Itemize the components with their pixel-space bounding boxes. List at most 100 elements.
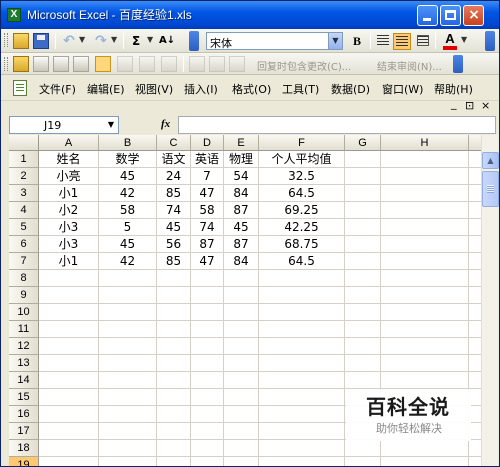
- cell[interactable]: [259, 423, 345, 440]
- bold-button[interactable]: B: [348, 33, 366, 50]
- cell[interactable]: [224, 321, 259, 338]
- row-header-6[interactable]: 6: [9, 236, 39, 253]
- cell[interactable]: 45: [157, 219, 191, 236]
- cell[interactable]: 45: [99, 168, 157, 185]
- redo-icon[interactable]: ↷: [93, 33, 109, 49]
- cell[interactable]: 64.5: [259, 185, 345, 202]
- previous-comment-icon[interactable]: [53, 56, 69, 72]
- row-header-9[interactable]: 9: [9, 287, 39, 304]
- cell[interactable]: 24: [157, 168, 191, 185]
- cell[interactable]: [469, 185, 481, 202]
- undo-icon[interactable]: ↶: [61, 33, 77, 49]
- select-all-corner[interactable]: [9, 135, 39, 151]
- cell[interactable]: [99, 372, 157, 389]
- insert-function-icon[interactable]: fx: [161, 117, 170, 131]
- workbook-restore-button[interactable]: ⊡: [465, 99, 474, 112]
- cell[interactable]: 47: [191, 185, 224, 202]
- name-box-dropdown-icon[interactable]: ▼: [105, 118, 117, 132]
- cell[interactable]: [469, 304, 481, 321]
- cell[interactable]: [224, 270, 259, 287]
- cell[interactable]: [469, 270, 481, 287]
- font-name-select[interactable]: 宋体 ▼: [206, 32, 343, 50]
- cell[interactable]: [469, 287, 481, 304]
- cell[interactable]: 87: [224, 202, 259, 219]
- menu-insert[interactable]: 插入(I): [184, 81, 218, 97]
- cell[interactable]: [99, 440, 157, 457]
- cell[interactable]: [381, 168, 469, 185]
- menu-view[interactable]: 视图(V): [135, 81, 173, 97]
- merge-center-icon[interactable]: [417, 35, 429, 46]
- cell[interactable]: [469, 355, 481, 372]
- cell[interactable]: [191, 440, 224, 457]
- cell[interactable]: [259, 304, 345, 321]
- menu-window[interactable]: 窗口(W): [382, 81, 423, 97]
- cell[interactable]: [39, 304, 99, 321]
- cell[interactable]: 42: [99, 185, 157, 202]
- cell[interactable]: [345, 253, 381, 270]
- cell[interactable]: [259, 372, 345, 389]
- cell[interactable]: 5: [99, 219, 157, 236]
- cell[interactable]: [259, 457, 345, 466]
- cell[interactable]: 85: [157, 253, 191, 270]
- row-header-13[interactable]: 13: [9, 355, 39, 372]
- cell[interactable]: [99, 287, 157, 304]
- cell[interactable]: [345, 168, 381, 185]
- row-header-3[interactable]: 3: [9, 185, 39, 202]
- cell[interactable]: [157, 389, 191, 406]
- cell[interactable]: [157, 423, 191, 440]
- cell[interactable]: [224, 372, 259, 389]
- minimize-button[interactable]: [417, 5, 438, 26]
- row-header-8[interactable]: 8: [9, 270, 39, 287]
- cell[interactable]: 74: [157, 202, 191, 219]
- cell[interactable]: [191, 406, 224, 423]
- cell[interactable]: 英语: [191, 151, 224, 168]
- cell[interactable]: [191, 287, 224, 304]
- undo-dropdown-icon[interactable]: ▼: [79, 35, 85, 44]
- cell[interactable]: 54: [224, 168, 259, 185]
- menu-data[interactable]: 数据(D): [331, 81, 370, 97]
- cell[interactable]: [224, 287, 259, 304]
- toolbar-grip[interactable]: [4, 33, 8, 47]
- cell[interactable]: [191, 355, 224, 372]
- new-comment-icon[interactable]: [13, 56, 29, 72]
- cell[interactable]: [157, 270, 191, 287]
- cell[interactable]: [469, 457, 481, 466]
- menu-format[interactable]: 格式(O): [232, 81, 271, 97]
- align-center-button[interactable]: [393, 33, 411, 50]
- cell[interactable]: [381, 457, 469, 466]
- cell[interactable]: 姓名: [39, 151, 99, 168]
- cell[interactable]: [157, 287, 191, 304]
- cell[interactable]: [469, 440, 481, 457]
- ink-annotations-icon[interactable]: [229, 56, 245, 72]
- column-header-h[interactable]: H: [381, 135, 469, 151]
- cell[interactable]: 45: [224, 219, 259, 236]
- cell[interactable]: [191, 304, 224, 321]
- row-header-11[interactable]: 11: [9, 321, 39, 338]
- cell[interactable]: [259, 406, 345, 423]
- cell[interactable]: [381, 253, 469, 270]
- end-review-button[interactable]: 结束审阅(N)...: [377, 58, 442, 73]
- cell[interactable]: [39, 372, 99, 389]
- cell[interactable]: [224, 338, 259, 355]
- row-header-4[interactable]: 4: [9, 202, 39, 219]
- cell[interactable]: [381, 236, 469, 253]
- menu-file[interactable]: 文件(F): [39, 81, 76, 97]
- vertical-scrollbar[interactable]: ▲: [481, 135, 499, 466]
- cell[interactable]: [345, 355, 381, 372]
- toolbar-options-chevron-icon[interactable]: [189, 31, 199, 51]
- cell[interactable]: [39, 338, 99, 355]
- cell[interactable]: [381, 304, 469, 321]
- cell[interactable]: [39, 389, 99, 406]
- cell[interactable]: [469, 202, 481, 219]
- column-header-b[interactable]: B: [99, 135, 157, 151]
- cell[interactable]: 64.5: [259, 253, 345, 270]
- cell[interactable]: [345, 151, 381, 168]
- cell[interactable]: [345, 185, 381, 202]
- cell[interactable]: [345, 338, 381, 355]
- row-header-10[interactable]: 10: [9, 304, 39, 321]
- formula-input[interactable]: [178, 116, 496, 134]
- cell[interactable]: [99, 389, 157, 406]
- cell[interactable]: 58: [191, 202, 224, 219]
- delete-comment-icon[interactable]: [139, 56, 155, 72]
- cell[interactable]: [224, 457, 259, 466]
